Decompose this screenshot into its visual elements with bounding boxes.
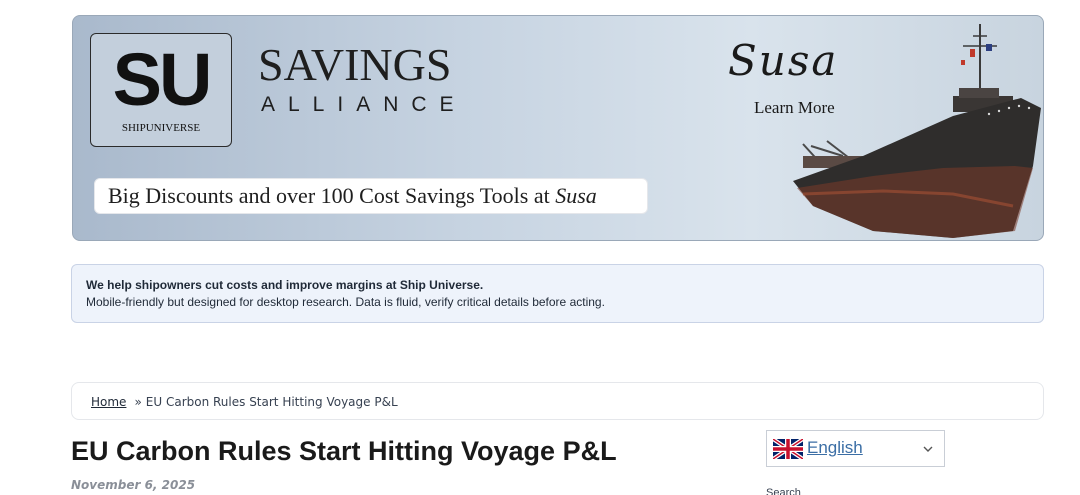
chevron-down-icon [923,446,933,452]
savings-alliance-banner[interactable]: SU SHIPUNIVERSE SAVINGS ALLIANCE Big Dis… [72,15,1044,241]
language-selector[interactable]: English [766,430,945,467]
ship-illustration [793,24,1041,238]
search-label: Search [766,487,801,495]
uk-flag-icon [773,439,803,459]
banner-tagline: Big Discounts and over 100 Cost Savings … [94,178,648,214]
notice-disclaimer: Mobile-friendly but designed for desktop… [86,295,605,309]
su-logo-letters: SU [112,38,213,121]
su-logo-subtitle: SHIPUNIVERSE [121,122,201,134]
article-date: November 6, 2025 [71,478,196,492]
shipuniverse-logo: SU SHIPUNIVERSE [90,33,232,147]
notice-headline: We help shipowners cut costs and improve… [86,278,484,292]
breadcrumb: Home » EU Carbon Rules Start Hitting Voyag… [71,382,1044,420]
breadcrumb-separator: » [134,395,142,409]
tagline-brand: Susa [555,183,597,208]
tagline-text: Big Discounts and over 100 Cost Savings … [108,183,556,208]
breadcrumb-home-link[interactable]: Home [91,395,126,409]
breadcrumb-current: EU Carbon Rules Start Hitting Voyage P&L [145,395,398,409]
savings-heading: SAVINGS [258,39,452,90]
alliance-heading: ALLIANCE [261,93,467,116]
info-notice: We help shipowners cut costs and improve… [71,264,1044,323]
language-label[interactable]: English [807,438,863,458]
article-title: EU Carbon Rules Start Hitting Voyage P&L [71,436,617,466]
